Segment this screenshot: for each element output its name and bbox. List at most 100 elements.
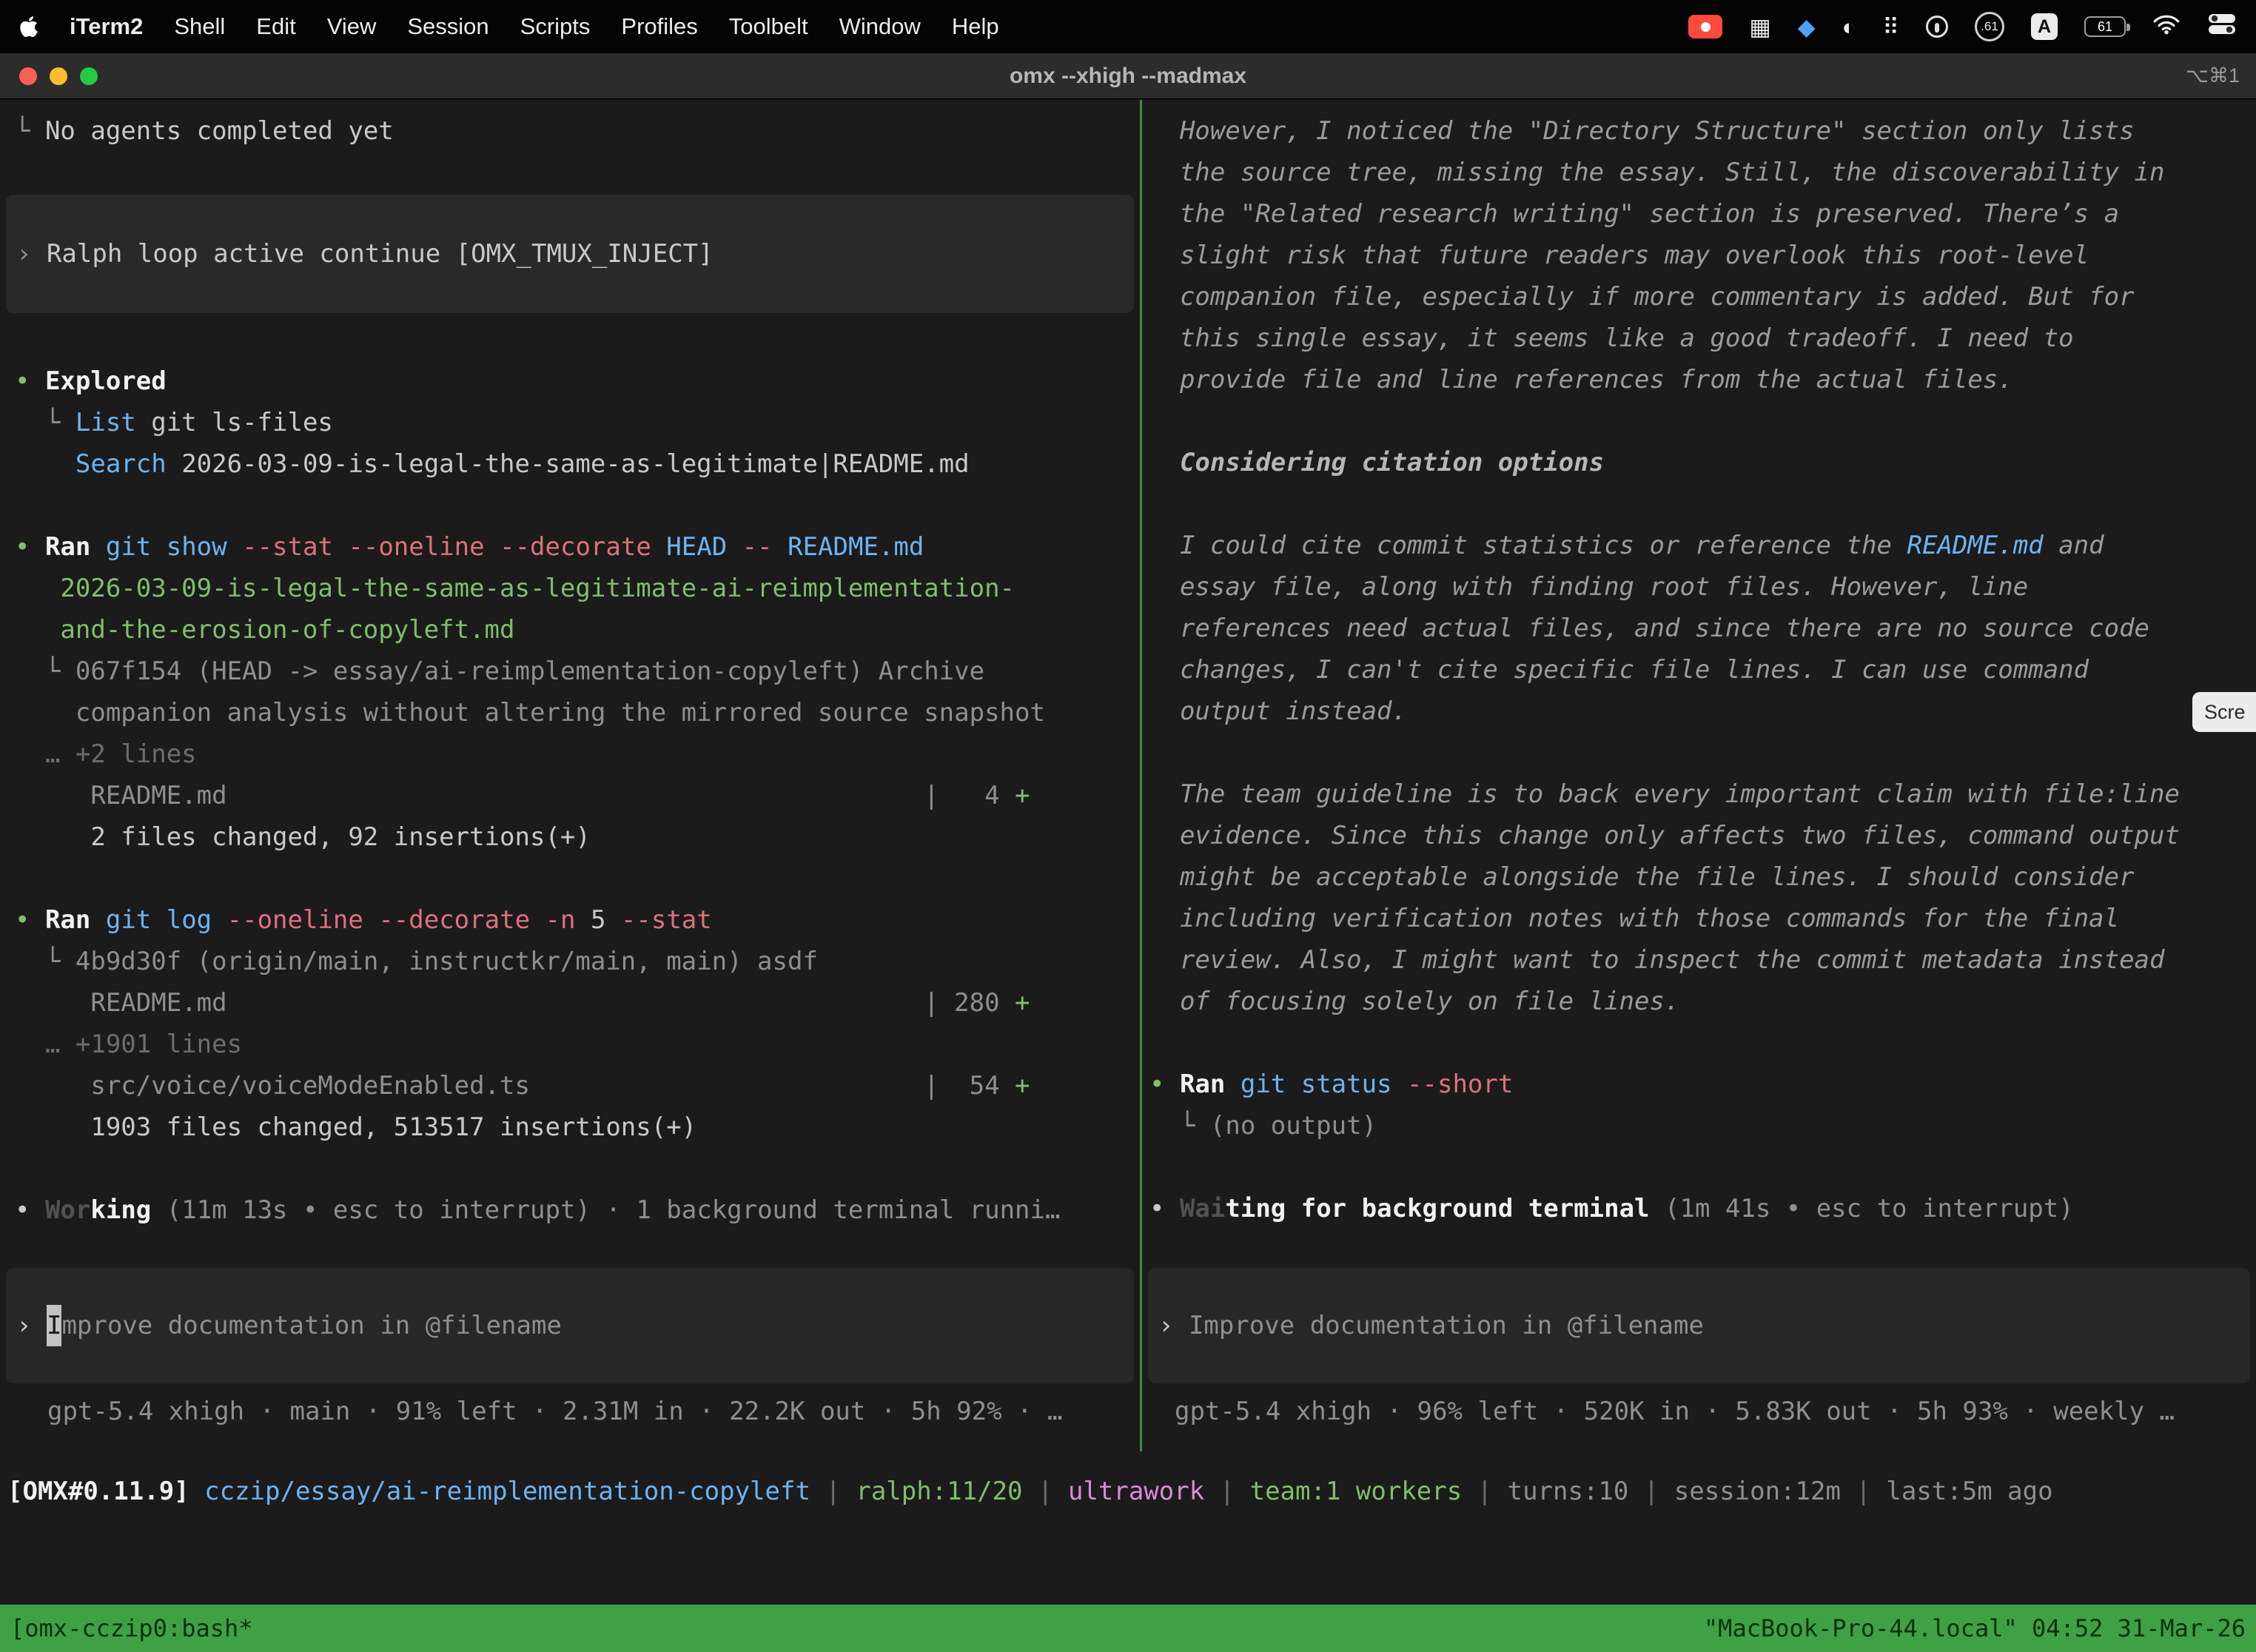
text-segment: Explored <box>45 366 167 396</box>
terminal-line: the "Related research writing" section i… <box>1149 193 2256 235</box>
text-segment: • <box>15 905 45 935</box>
text-segment: The team guideline is to back every impo… <box>1149 779 2180 809</box>
menu-item-iterm2[interactable]: iTerm2 <box>70 13 143 40</box>
text-segment: might be acceptable alongside the file l… <box>1149 862 2135 892</box>
text-segment: README.md <box>788 532 924 562</box>
prompt-input-left[interactable]: › Improve documentation in @filename <box>6 1268 1134 1383</box>
text-segment <box>1392 1070 1407 1099</box>
battery-icon[interactable]: 61 <box>2084 16 2126 37</box>
input-source-icon[interactable]: A <box>2031 13 2058 40</box>
menu-item[interactable]: Toolbelt <box>729 13 808 40</box>
apple-menu-icon[interactable] <box>19 15 38 38</box>
menu-item[interactable]: Window <box>839 13 921 40</box>
menu-item[interactable]: Shell <box>174 13 225 40</box>
menu-item[interactable]: Profiles <box>621 13 697 40</box>
text-segment: • <box>15 366 45 396</box>
terminal-line: However, I noticed the "Directory Struct… <box>1149 110 2256 152</box>
diamond-app-icon[interactable]: ◆ <box>1798 16 1816 38</box>
text-segment: • <box>15 532 45 562</box>
text-segment: 2 files changed, 92 insertions(+) <box>15 822 591 852</box>
terminal-line: companion file, especially if more comme… <box>1149 276 2256 318</box>
text-segment <box>15 449 75 479</box>
menu-item[interactable]: Scripts <box>520 13 591 40</box>
terminal-line <box>15 858 1140 899</box>
battery-gauge-icon[interactable]: .61 <box>1975 12 2004 41</box>
menu-item[interactable]: Edit <box>256 13 295 40</box>
text-segment <box>530 905 545 935</box>
text-segment: src/voice/voiceModeEnabled.ts | 54 <box>15 1071 1015 1101</box>
agents-summary-line: └ No agents completed yet <box>15 110 1140 152</box>
screen: iTerm2 Shell Edit View Session Scripts Profil… <box>0 0 2256 99</box>
text-segment: › <box>16 239 47 269</box>
text-segment: (no output) <box>1210 1111 1377 1141</box>
terminal-line: essay file, along with finding root file… <box>1149 566 2256 608</box>
text-segment: List <box>75 408 136 437</box>
terminal-line <box>1149 732 2256 773</box>
terminal-line: └ 067f154 (HEAD -> essay/ai-reimplementa… <box>15 651 1140 692</box>
text-segment <box>1225 1070 1240 1099</box>
macos-menu-bar: iTerm2 Shell Edit View Session Scripts Profil… <box>0 0 2256 53</box>
text-segment <box>212 905 226 935</box>
control-center-icon[interactable] <box>2207 12 2237 41</box>
right-pane[interactable]: However, I noticed the "Directory Struct… <box>1142 100 2256 1451</box>
terminal-line: output instead. <box>1149 691 2256 732</box>
half-circle-icon[interactable]: ◐ <box>1842 16 1856 38</box>
prompt-input-right[interactable]: › Improve documentation in @filename <box>1148 1268 2250 1383</box>
screen-recording-icon[interactable] <box>1688 15 1722 38</box>
terminal-line: including verification notes with those … <box>1149 898 2256 939</box>
terminal-line: • Working (11m 13s • esc to interrupt) ·… <box>15 1189 1140 1231</box>
text-segment: Search <box>75 449 167 479</box>
text-segment: | <box>1841 1477 1886 1506</box>
text-segment: --stat <box>621 905 712 935</box>
terminal-line <box>1149 1022 2256 1064</box>
text-segment: └ <box>1149 1111 1210 1141</box>
left-transcript: • Explored └ List git ls-files Search 20… <box>0 360 1140 1231</box>
text-segment: of focusing solely on file lines. <box>1149 987 1679 1016</box>
text-segment: git log <box>106 905 212 935</box>
model-status-left: gpt-5.4 xhigh · main · 91% left · 2.31M … <box>47 1391 1140 1432</box>
terminal-line: • Ran git show --stat --oneline --decora… <box>15 526 1140 568</box>
window-grid-icon[interactable]: ▦ <box>1749 16 1770 38</box>
terminal-line <box>1149 1146 2256 1188</box>
text-segment <box>151 1195 166 1225</box>
minimize-window-button[interactable] <box>50 67 67 85</box>
keyhole-icon[interactable] <box>1926 16 1948 38</box>
text-segment: 2026-03-09-is-legal-the-same-as-legitima… <box>15 574 1015 603</box>
terminal-line: 2 files changed, 92 insertions(+) <box>15 816 1140 858</box>
terminal-line: of focusing solely on file lines. <box>1149 981 2256 1022</box>
text-segment: └ <box>15 657 75 686</box>
terminal-line <box>15 1148 1140 1189</box>
screen-share-overlay[interactable]: Scre <box>2192 692 2256 732</box>
text-segment: -n <box>545 905 576 935</box>
recording-dot-icon <box>1701 22 1711 32</box>
text-segment: No agents completed yet <box>45 116 394 146</box>
text-segment <box>651 532 666 562</box>
zoom-window-button[interactable] <box>80 67 98 85</box>
terminal-line: slight risk that future readers may over… <box>1149 235 2256 276</box>
menu-item[interactable]: Session <box>407 13 489 40</box>
wifi-icon[interactable] <box>2152 13 2181 41</box>
text-segment <box>727 532 742 562</box>
text-segment: turns:10 <box>1508 1477 1629 1506</box>
menu-item[interactable]: Help <box>952 13 999 40</box>
text-segment: Considering citation options <box>1149 448 1604 477</box>
text-segment: including verification notes with those … <box>1149 904 2119 933</box>
text-segment <box>773 532 788 562</box>
tmux-session-label: [omx-cczip0:bash* <box>10 1608 253 1649</box>
text-segment: | <box>810 1477 856 1506</box>
terminal-line: and-the-erosion-of-copyleft.md <box>15 609 1140 651</box>
text-segment: · 1 background terminal runni… <box>591 1195 1061 1225</box>
terminal-line: companion analysis without altering the … <box>15 692 1140 733</box>
traffic-lights <box>0 67 98 85</box>
terminal-line <box>1149 400 2256 442</box>
dots-grid-icon[interactable]: ⠿ <box>1882 16 1899 38</box>
text-segment: + <box>1015 988 1030 1018</box>
tmux-status-bar: [omx-cczip0:bash* "MacBook-Pro-44.local"… <box>0 1605 2256 1652</box>
menu-item[interactable]: View <box>327 13 377 40</box>
close-window-button[interactable] <box>19 67 37 85</box>
text-segment: slight risk that future readers may over… <box>1149 241 2089 270</box>
text-segment: HEAD <box>666 532 727 562</box>
left-pane[interactable]: └ No agents completed yet › Ralph loop a… <box>0 100 1140 1451</box>
prompt-text: mprove documentation in @filename <box>61 1305 562 1346</box>
text-segment: output instead. <box>1149 696 1407 726</box>
